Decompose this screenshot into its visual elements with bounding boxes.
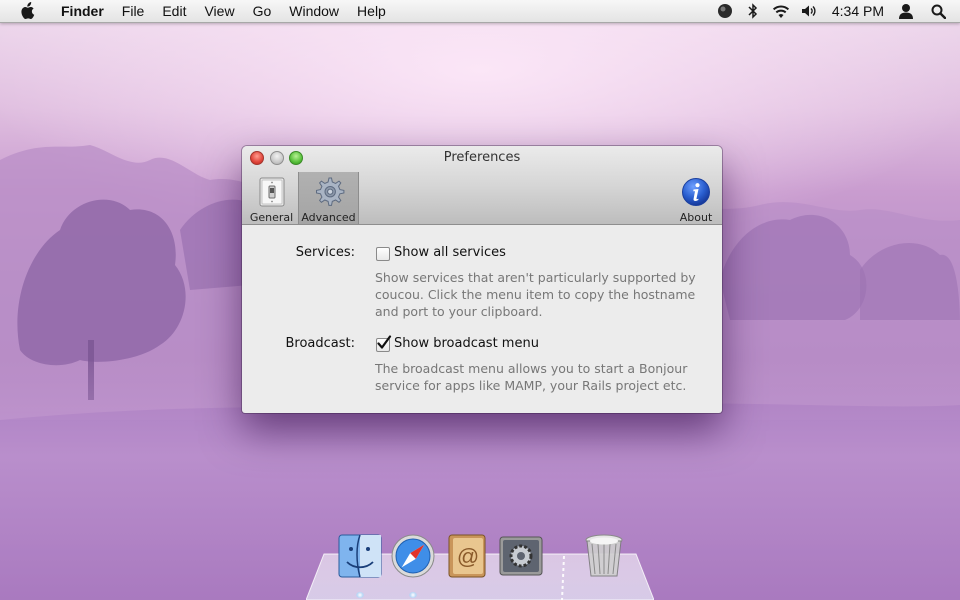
tab-general-label: General [249,211,294,224]
broadcast-label: Broadcast: [285,336,355,351]
show-all-services-label[interactable]: Show all services [394,245,506,260]
finder-icon[interactable] [336,532,384,580]
tab-about-label: About [679,211,713,224]
menu-go[interactable]: Go [244,0,281,22]
show-broadcast-menu-label[interactable]: Show broadcast menu [394,336,539,351]
broadcast-description: The broadcast menu allows you to start a… [375,360,715,394]
switch-icon [254,174,290,210]
menu-help[interactable]: Help [348,0,395,22]
services-description-line: coucou. Click the menu item to copy the … [375,287,696,302]
show-broadcast-menu-checkbox[interactable] [376,335,392,352]
menu-view[interactable]: View [195,0,243,22]
services-description: Show services that aren't particularly s… [375,269,715,320]
volume-icon[interactable] [800,0,818,22]
menu-clock[interactable]: 4:34 PM [832,3,884,19]
menu-finder[interactable]: Finder [52,0,113,22]
services-description-line: Show services that aren't particularly s… [375,270,696,285]
apple-icon[interactable] [17,0,37,22]
preferences-content: Services: Show all services Show service… [242,225,722,413]
menu-file[interactable]: File [113,0,154,22]
tab-general[interactable]: General [244,172,299,224]
services-label: Services: [295,245,355,260]
svg-text:@: @ [457,544,479,569]
broadcast-description-line: The broadcast menu allows you to start a… [375,361,688,376]
window-toolbar: Preferences General Advanced About [242,146,722,225]
system-preferences-icon[interactable] [497,532,545,580]
running-indicator [409,592,417,598]
gear-icon [311,174,347,210]
tab-advanced-label: Advanced [301,211,356,224]
address-book-icon[interactable]: @ [443,532,491,580]
info-icon [678,174,714,210]
time-machine-icon[interactable] [716,0,734,22]
show-all-services-checkbox[interactable] [376,247,390,261]
user-icon[interactable] [896,0,916,22]
broadcast-description-line: service for apps like MAMP, your Rails p… [375,378,687,393]
checkmark-icon [377,335,392,349]
menu-window[interactable]: Window [280,0,348,22]
search-icon[interactable] [928,0,948,22]
bluetooth-icon[interactable] [746,0,760,22]
window-title: Preferences [443,150,521,165]
tab-advanced[interactable]: Advanced [298,172,359,224]
wifi-icon[interactable] [770,0,792,22]
preferences-window: Preferences General Advanced About Servi… [242,146,722,413]
trash-icon[interactable] [580,532,628,580]
services-description-line: and port to your clipboard. [375,304,543,319]
menu-edit[interactable]: Edit [153,0,195,22]
tab-about[interactable]: About [669,172,722,224]
menu-bar: Finder File Edit View Go Window Help 4:3… [0,0,960,23]
running-indicator [356,592,364,598]
safari-icon[interactable] [389,532,437,580]
